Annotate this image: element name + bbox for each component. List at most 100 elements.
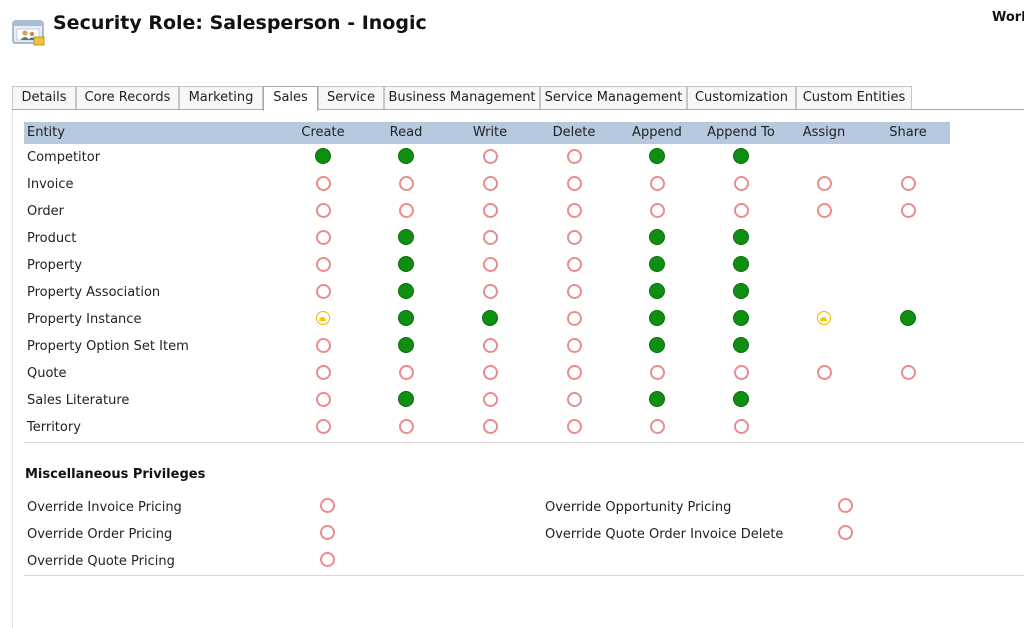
privilege-product-read-filled-green-circle-icon[interactable] [398,229,414,245]
privilege-property-append-filled-green-circle-icon[interactable] [649,256,665,272]
privilege-quote-append-empty-circle-icon[interactable] [649,364,665,380]
tab-service-management[interactable]: Service Management [540,86,687,109]
privilege-invoice-append-to-empty-circle-icon[interactable] [733,175,749,191]
privilege-property-append-to-filled-green-circle-icon[interactable] [733,256,749,272]
privilege-property-instance-read-filled-green-circle-icon[interactable] [398,310,414,326]
privilege-territory-delete-empty-circle-icon[interactable] [566,418,582,434]
entity-row-product: Product [27,231,77,246]
privilege-property-instance-write-filled-green-circle-icon[interactable] [482,310,498,326]
privilege-order-create-empty-circle-icon[interactable] [315,202,331,218]
privilege-invoice-assign-empty-circle-icon[interactable] [816,175,832,191]
privilege-property-association-read-filled-green-circle-icon[interactable] [398,283,414,299]
privilege-property-option-set-item-delete-empty-circle-icon[interactable] [566,337,582,353]
privilege-quote-write-empty-circle-icon[interactable] [482,364,498,380]
privilege-sales-literature-read-filled-green-circle-icon[interactable] [398,391,414,407]
tab-service[interactable]: Service [318,86,384,109]
misc-override-order-pricing-empty-circle-icon[interactable] [319,524,335,540]
privilege-property-instance-share-filled-green-circle-icon[interactable] [900,310,916,326]
privilege-property-option-set-item-append-to-filled-green-circle-icon[interactable] [733,337,749,353]
privilege-invoice-share-empty-circle-icon[interactable] [900,175,916,191]
privilege-invoice-append-empty-circle-icon[interactable] [649,175,665,191]
privilege-property-instance-append-to-filled-green-circle-icon[interactable] [733,310,749,326]
privilege-sales-literature-create-empty-circle-icon[interactable] [315,391,331,407]
misc-override-quote-order-invoice-delete-empty-circle-icon[interactable] [837,524,853,540]
privilege-product-append-filled-green-circle-icon[interactable] [649,229,665,245]
misc-override-quote-pricing-empty-circle-icon[interactable] [319,551,335,567]
tab-custom-entities[interactable]: Custom Entities [796,86,912,109]
privilege-territory-append-empty-circle-icon[interactable] [649,418,665,434]
tab-bar-divider [12,109,1024,110]
privilege-property-association-append-filled-green-circle-icon[interactable] [649,283,665,299]
misc-separator [24,575,1024,576]
privilege-product-append-to-filled-green-circle-icon[interactable] [733,229,749,245]
privilege-property-instance-delete-empty-circle-icon[interactable] [566,310,582,326]
privilege-product-delete-empty-circle-icon[interactable] [566,229,582,245]
privilege-competitor-write-empty-circle-icon[interactable] [482,148,498,164]
privilege-property-option-set-item-append-filled-green-circle-icon[interactable] [649,337,665,353]
privilege-order-assign-empty-circle-icon[interactable] [816,202,832,218]
privilege-quote-assign-empty-circle-icon[interactable] [816,364,832,380]
privilege-competitor-append-filled-green-circle-icon[interactable] [649,148,665,164]
tab-bar: Details Core Records Marketing Sales Service… [12,86,1024,111]
privilege-order-share-empty-circle-icon[interactable] [900,202,916,218]
column-header-append: Append [632,125,682,140]
privilege-order-append-to-empty-circle-icon[interactable] [733,202,749,218]
tab-details[interactable]: Details [12,86,76,109]
entity-row-quote: Quote [27,366,67,381]
privilege-territory-create-empty-circle-icon[interactable] [315,418,331,434]
privilege-sales-literature-delete-empty-circle-icon[interactable] [566,391,582,407]
privilege-invoice-create-empty-circle-icon[interactable] [315,175,331,191]
privilege-quote-append-to-empty-circle-icon[interactable] [733,364,749,380]
tab-sales[interactable]: Sales [263,86,318,111]
privilege-quote-share-empty-circle-icon[interactable] [900,364,916,380]
privilege-competitor-append-to-filled-green-circle-icon[interactable] [733,148,749,164]
tab-marketing[interactable]: Marketing [179,86,263,109]
privilege-property-instance-append-filled-green-circle-icon[interactable] [649,310,665,326]
privilege-invoice-read-empty-circle-icon[interactable] [398,175,414,191]
privilege-territory-read-empty-circle-icon[interactable] [398,418,414,434]
tab-core-records[interactable]: Core Records [76,86,179,109]
work-link[interactable]: Work [992,10,1024,25]
column-header-append-to: Append To [707,125,775,140]
privilege-property-association-create-empty-circle-icon[interactable] [315,283,331,299]
tab-business-management[interactable]: Business Management [384,86,540,109]
privilege-sales-literature-write-empty-circle-icon[interactable] [482,391,498,407]
privilege-property-association-append-to-filled-green-circle-icon[interactable] [733,283,749,299]
entity-row-sales-literature: Sales Literature [27,393,130,408]
privilege-invoice-delete-empty-circle-icon[interactable] [566,175,582,191]
privilege-property-association-write-empty-circle-icon[interactable] [482,283,498,299]
privilege-territory-write-empty-circle-icon[interactable] [482,418,498,434]
privilege-property-read-filled-green-circle-icon[interactable] [398,256,414,272]
privilege-competitor-delete-empty-circle-icon[interactable] [566,148,582,164]
privilege-property-option-set-item-read-filled-green-circle-icon[interactable] [398,337,414,353]
privilege-property-association-delete-empty-circle-icon[interactable] [566,283,582,299]
privilege-quote-create-empty-circle-icon[interactable] [315,364,331,380]
privilege-order-write-empty-circle-icon[interactable] [482,202,498,218]
privilege-product-create-empty-circle-icon[interactable] [315,229,331,245]
privilege-order-read-empty-circle-icon[interactable] [398,202,414,218]
privilege-property-instance-create-yellow-half-circle-icon[interactable] [316,311,330,325]
privilege-property-option-set-item-write-empty-circle-icon[interactable] [482,337,498,353]
privilege-territory-append-to-empty-circle-icon[interactable] [733,418,749,434]
privilege-quote-read-empty-circle-icon[interactable] [398,364,414,380]
privilege-property-delete-empty-circle-icon[interactable] [566,256,582,272]
misc-override-opportunity-pricing-empty-circle-icon[interactable] [837,497,853,513]
privilege-sales-literature-append-to-filled-green-circle-icon[interactable] [733,391,749,407]
privilege-sales-literature-append-filled-green-circle-icon[interactable] [649,391,665,407]
privilege-competitor-create-filled-green-circle-icon[interactable] [315,148,331,164]
tab-customization[interactable]: Customization [687,86,796,109]
privilege-quote-delete-empty-circle-icon[interactable] [566,364,582,380]
privilege-order-append-empty-circle-icon[interactable] [649,202,665,218]
column-header-delete: Delete [552,125,596,140]
misc-privilege-override-quote-pricing: Override Quote Pricing [27,554,175,569]
privilege-property-create-empty-circle-icon[interactable] [315,256,331,272]
privilege-invoice-write-empty-circle-icon[interactable] [482,175,498,191]
privilege-order-delete-empty-circle-icon[interactable] [566,202,582,218]
privilege-property-instance-assign-yellow-half-circle-icon[interactable] [817,311,831,325]
entity-row-territory: Territory [27,420,81,435]
privilege-competitor-read-filled-green-circle-icon[interactable] [398,148,414,164]
privilege-property-option-set-item-create-empty-circle-icon[interactable] [315,337,331,353]
privilege-property-write-empty-circle-icon[interactable] [482,256,498,272]
misc-override-invoice-pricing-empty-circle-icon[interactable] [319,497,335,513]
privilege-product-write-empty-circle-icon[interactable] [482,229,498,245]
